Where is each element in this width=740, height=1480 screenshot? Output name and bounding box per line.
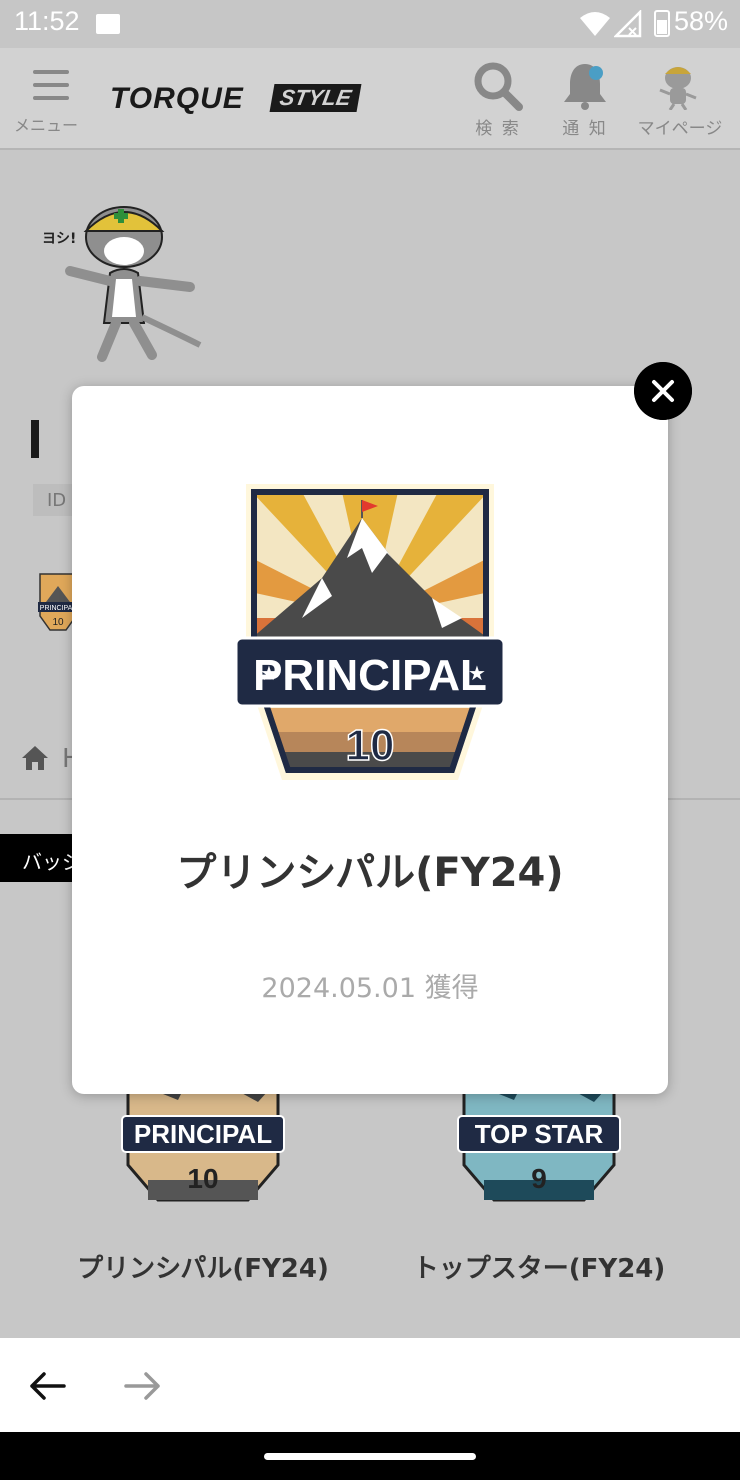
- modal-badge-principal: ★ ★ PRINCIPAL 10: [234, 484, 506, 780]
- modal-badge-ribbon: PRINCIPAL: [253, 651, 487, 700]
- wifi-icon: [580, 12, 610, 36]
- modal-acquired-date: 2024.05.01 獲得: [261, 973, 479, 1004]
- modal-badge-title: プリンシパル(FY24): [176, 850, 564, 896]
- menu-icon[interactable]: [33, 70, 69, 109]
- bell-icon[interactable]: [560, 60, 610, 110]
- search-icon[interactable]: [472, 60, 524, 112]
- logo-style[interactable]: STYLE: [269, 84, 362, 112]
- logo-torque[interactable]: TORQUE: [110, 82, 244, 116]
- close-icon[interactable]: [634, 362, 692, 420]
- badge-principal-ribbon: PRINCIPAL: [134, 1119, 272, 1149]
- menu-label[interactable]: メニュー: [14, 112, 78, 136]
- clock: 11:52: [14, 6, 80, 36]
- username-marker: [31, 420, 39, 458]
- battery-icon: [654, 10, 670, 37]
- forward-arrow-icon[interactable]: [122, 1370, 162, 1402]
- battery-percent: 58%: [673, 6, 728, 36]
- id-label: ID: [47, 490, 67, 511]
- back-arrow-icon[interactable]: [28, 1370, 68, 1402]
- cat-avatar-illustration: ヨシ!: [42, 206, 202, 362]
- search-label[interactable]: 検 索: [453, 114, 543, 139]
- notify-label[interactable]: 通 知: [540, 114, 630, 139]
- status-bar: 11:52 58%: [0, 0, 740, 48]
- home-gesture-pill[interactable]: [264, 1453, 476, 1460]
- badge-topstar[interactable]: TOP STAR 9: [454, 1080, 624, 1205]
- badge-topstar-number: 9: [531, 1163, 547, 1194]
- mypage-label[interactable]: マイページ: [634, 114, 726, 139]
- badge-topstar-title[interactable]: トップスター(FY24): [374, 1248, 704, 1285]
- signal-icon: [614, 10, 642, 38]
- badge-topstar-ribbon: TOP STAR: [475, 1119, 604, 1149]
- mypage-avatar-icon[interactable]: [656, 62, 700, 110]
- mini-badge-number: 10: [52, 617, 64, 628]
- cat-caption: ヨシ!: [42, 231, 76, 247]
- badge-principal[interactable]: PRINCIPAL 10: [118, 1080, 288, 1205]
- mail-icon: [96, 14, 120, 34]
- badge-principal-number: 10: [187, 1163, 218, 1194]
- modal-badge-number: 10: [346, 721, 395, 770]
- home-icon[interactable]: [20, 744, 50, 772]
- browser-bottom-nav: [0, 1338, 740, 1432]
- badge-principal-title[interactable]: プリンシパル(FY24): [38, 1248, 368, 1285]
- mini-badge-ribbon: PRINCIPAL: [40, 605, 77, 612]
